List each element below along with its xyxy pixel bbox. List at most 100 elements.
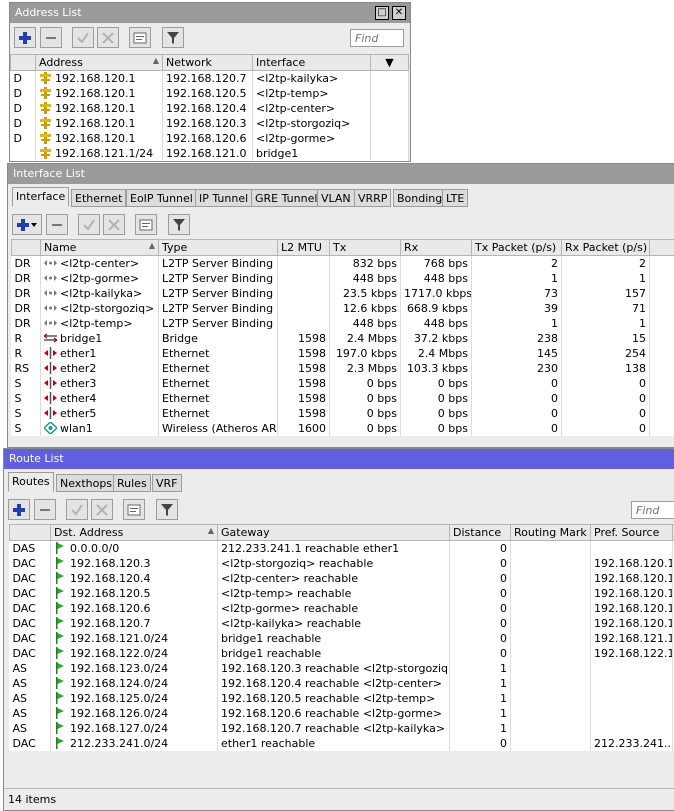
tab-eoip-tunnel[interactable]: EoIP Tunnel: [126, 189, 197, 207]
table-row[interactable]: DR <l2tp-storgoziq> L2TP Server Binding 12.…: [11, 301, 674, 316]
table-row[interactable]: AS 192.168.123.0/24 192.168.120.3 reachabl…: [9, 661, 674, 676]
maximize-icon[interactable]: □: [375, 6, 389, 20]
tab-vrrp[interactable]: VRRP: [354, 189, 392, 207]
table-row[interactable]: Sether4 Ethernet 1598 0 bps 0 bps 0 0: [11, 391, 674, 406]
table-row[interactable]: 192.168.121.1/24 192.168.121.0 bridge1: [10, 146, 409, 161]
remove-button[interactable]: [40, 27, 62, 48]
col-rx[interactable]: Rx: [400, 239, 472, 256]
col-l2mtu[interactable]: L2 MTU: [277, 239, 330, 256]
col-type[interactable]: Type: [158, 239, 278, 256]
flag-cell: DAC: [9, 631, 51, 646]
tab-vlan[interactable]: VLAN: [317, 189, 355, 207]
disable-button[interactable]: [103, 214, 125, 235]
disable-button[interactable]: [91, 499, 113, 520]
disable-button[interactable]: [97, 27, 119, 48]
col-interface[interactable]: Interface: [252, 54, 371, 71]
tab-nexthops[interactable]: Nexthops: [56, 474, 117, 492]
col-rx-packet[interactable]: Rx Packet (p/s): [561, 239, 650, 256]
table-row[interactable]: DAC 192.168.121.0/24 bridge1 reachable 0 192…: [9, 631, 674, 646]
filter-button[interactable]: [162, 27, 184, 48]
tab-routes[interactable]: Routes: [8, 472, 54, 492]
col-name[interactable]: Name ▲: [40, 239, 159, 256]
column-dropdown[interactable]: ▼: [370, 54, 409, 71]
table-row[interactable]: AS 192.168.125.0/24 192.168.120.5 reachabl…: [9, 691, 674, 706]
table-row[interactable]: DR <l2tp-center> L2TP Server Binding 832 bp…: [11, 255, 674, 271]
col-flags[interactable]: [10, 54, 36, 71]
col-routing-mark[interactable]: Routing Mark: [510, 524, 591, 541]
l2tp-icon: [44, 320, 57, 326]
routing-mark-cell: [510, 571, 591, 586]
table-row[interactable]: AS 192.168.126.0/24 192.168.120.6 reachabl…: [9, 706, 674, 721]
route-find-input[interactable]: [631, 501, 674, 519]
interface-cell-text: <l2tp-center>: [256, 102, 336, 115]
table-row[interactable]: DAC 192.168.120.6 <l2tp-gorme> reachable 0 1…: [9, 601, 674, 616]
tab-rules[interactable]: Rules: [113, 474, 151, 492]
table-row[interactable]: D 192.168.120.1 192.168.120.7 <l2tp-kailyka…: [10, 70, 409, 86]
tab-bonding[interactable]: Bonding: [393, 189, 447, 207]
table-row[interactable]: D 192.168.120.1 192.168.120.3 <l2tp-storgoz…: [10, 116, 409, 131]
table-row[interactable]: Swlan1 Wireless (Atheros AR... 1600 0 bps 0 …: [11, 421, 674, 436]
table-row[interactable]: DR <l2tp-kailyka> L2TP Server Binding 23.5 …: [11, 286, 674, 301]
table-row[interactable]: DR <l2tp-gorme> L2TP Server Binding 448 bps…: [11, 271, 674, 286]
table-row[interactable]: DAS 0.0.0.0/0 212.233.241.1 reachable ethe…: [9, 540, 674, 556]
col-gateway[interactable]: Gateway: [217, 524, 450, 541]
comment-button[interactable]: [123, 499, 145, 520]
tab-interface[interactable]: Interface: [12, 187, 70, 207]
col-address[interactable]: Address ▲: [35, 54, 163, 71]
route-list-titlebar[interactable]: Route List: [4, 449, 674, 469]
comment-button[interactable]: [135, 214, 157, 235]
tab-ip-tunnel[interactable]: IP Tunnel: [195, 189, 253, 207]
col-tx-packet[interactable]: Tx Packet (p/s): [471, 239, 562, 256]
address-list-titlebar[interactable]: Address List: [10, 3, 410, 23]
col-network[interactable]: Network: [162, 54, 253, 71]
enable-button[interactable]: [72, 27, 94, 48]
tab-vrf[interactable]: VRF: [152, 474, 182, 492]
col-extra[interactable]: [649, 239, 674, 256]
col-distance[interactable]: Distance: [449, 524, 511, 541]
table-row[interactable]: RS ether2 Ethernet 1598 2.3 Mbps 103.3 kbps 23…: [11, 361, 674, 376]
table-row[interactable]: AS 192.168.124.0/24 192.168.120.4 reachabl…: [9, 676, 674, 691]
close-icon[interactable]: ✕: [392, 6, 406, 20]
interface-list-titlebar[interactable]: Interface List: [8, 164, 674, 184]
add-button[interactable]: [8, 499, 30, 520]
add-button[interactable]: [14, 27, 36, 48]
table-row[interactable]: Rether1 Ethernet 1598 197.0 kbps 2.4 Mbps 145…: [11, 346, 674, 361]
remove-button[interactable]: [34, 499, 56, 520]
check-icon: [83, 218, 95, 231]
table-row[interactable]: D 192.168.120.1 192.168.120.6 <l2tp-gorme>: [10, 131, 409, 146]
enable-button[interactable]: [78, 214, 100, 235]
tab-lte[interactable]: LTE: [442, 189, 469, 207]
col-dst-address[interactable]: Dst. Address ▲: [50, 524, 218, 541]
remove-button[interactable]: [46, 214, 68, 235]
table-row[interactable]: DAC 192.168.122.0/24 bridge1 reachable 0 192…: [9, 646, 674, 661]
table-row[interactable]: Rbridge1 Bridge 1598 2.4 Mbps 37.2 kbps 238 15: [11, 331, 674, 346]
col-flags[interactable]: [11, 239, 41, 256]
distance-cell-text: 1: [500, 662, 507, 675]
table-row[interactable]: Sether3 Ethernet 1598 0 bps 0 bps 0 0: [11, 376, 674, 391]
table-row[interactable]: DAC 192.168.120.5 <l2tp-temp> reachable 0 19…: [9, 586, 674, 601]
filter-button[interactable]: [168, 214, 190, 235]
ethernet-icon: [44, 362, 57, 374]
table-row[interactable]: DAC 212.233.241.0/24 ether1 reachable 0 212.…: [9, 736, 674, 751]
table-row[interactable]: DAC 192.168.120.7 <l2tp-kailyka> reachable…: [9, 616, 674, 631]
tab-gre-tunnel[interactable]: GRE Tunnel: [251, 189, 322, 207]
table-row[interactable]: DAC 192.168.120.3 <l2tp-storgoziq> reachab…: [9, 556, 674, 571]
table-row[interactable]: DR <l2tp-temp> L2TP Server Binding 448 bps 4…: [11, 316, 674, 331]
add-dropdown-button[interactable]: [12, 214, 42, 235]
table-row[interactable]: AS 192.168.127.0/24 192.168.120.7 reachabl…: [9, 721, 674, 736]
col-tx[interactable]: Tx: [329, 239, 401, 256]
table-row[interactable]: Sether5 Ethernet 1598 0 bps 0 bps 0 0: [11, 406, 674, 421]
pref-source-cell-text: 212.233.241...: [594, 737, 673, 750]
comment-button[interactable]: [129, 27, 151, 48]
col-flags[interactable]: [9, 524, 51, 541]
tab-ethernet[interactable]: Ethernet: [71, 189, 127, 207]
gateway-cell: 192.168.120.4 reachable <l2tp-center>: [217, 676, 450, 691]
filter-button[interactable]: [156, 499, 178, 520]
route-flag-icon: [56, 602, 64, 614]
col-pref-source[interactable]: Pref. Source: [590, 524, 673, 541]
table-row[interactable]: DAC 192.168.120.4 <l2tp-center> reachable 0…: [9, 571, 674, 586]
table-row[interactable]: D 192.168.120.1 192.168.120.5 <l2tp-temp>: [10, 86, 409, 101]
table-row[interactable]: D 192.168.120.1 192.168.120.4 <l2tp-center>: [10, 101, 409, 116]
enable-button[interactable]: [66, 499, 88, 520]
address-find-input[interactable]: [350, 29, 404, 47]
